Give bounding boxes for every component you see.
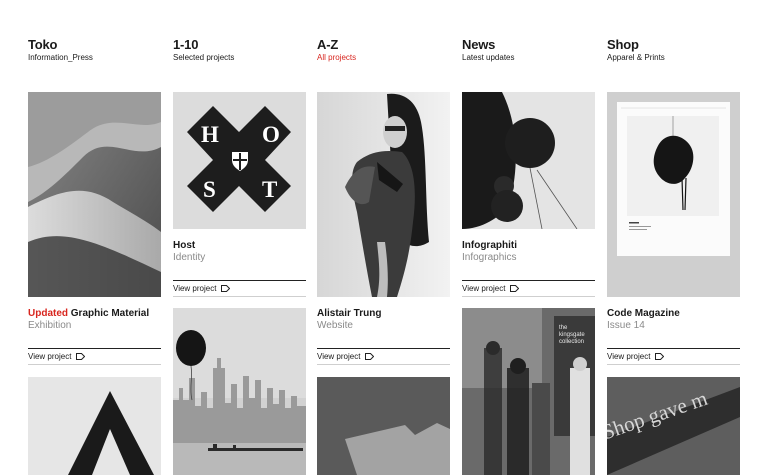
graphic-material-thumbnail[interactable] bbox=[28, 92, 161, 297]
project-title[interactable]: Infographiti bbox=[462, 240, 595, 252]
graphic-material-meta: Updated Graphic Material Exhibition bbox=[28, 308, 161, 332]
view-project-link[interactable]: View project bbox=[317, 348, 450, 365]
code-magazine-thumbnail[interactable] bbox=[607, 92, 740, 297]
nav-news[interactable]: News Latest updates bbox=[462, 37, 514, 63]
infographiti-thumbnail[interactable] bbox=[462, 92, 595, 229]
triangle-logo-thumbnail[interactable] bbox=[28, 377, 161, 475]
view-project-label: View project bbox=[607, 352, 651, 361]
view-project-link[interactable]: View project bbox=[462, 280, 595, 297]
nav-subtitle: Information_Press bbox=[28, 53, 93, 62]
nav-toko[interactable]: Toko Information_Press bbox=[28, 37, 93, 63]
exhibition-sign-text: the kingsgate collection bbox=[559, 325, 585, 346]
code-magazine-meta: Code Magazine Issue 14 bbox=[607, 308, 740, 332]
host-logo-letter: S bbox=[203, 177, 216, 202]
project-title[interactable]: Alistair Trung bbox=[317, 308, 450, 320]
sign-text-line: collection bbox=[559, 339, 585, 345]
nav-title: A-Z bbox=[317, 37, 339, 52]
arrow-tag-icon bbox=[221, 285, 230, 292]
host-logo: H O S T bbox=[173, 92, 306, 229]
project-title[interactable]: Host bbox=[173, 240, 306, 252]
geometric-shape-thumbnail[interactable] bbox=[317, 377, 450, 475]
balloon-skyline-thumbnail[interactable] bbox=[173, 308, 306, 475]
arrow-tag-icon bbox=[365, 353, 374, 360]
view-project-link[interactable]: View project bbox=[28, 348, 161, 365]
nav-subtitle: Selected projects bbox=[173, 53, 235, 62]
project-category: Website bbox=[317, 320, 353, 331]
host-logo-letter: O bbox=[262, 122, 280, 147]
view-project-label: View project bbox=[317, 352, 361, 361]
view-project-label: View project bbox=[462, 284, 506, 293]
project-title[interactable]: Updated Graphic Material bbox=[28, 308, 161, 320]
view-project-link[interactable]: View project bbox=[607, 348, 740, 365]
view-project-link[interactable]: View project bbox=[173, 280, 306, 297]
host-meta: Host Identity bbox=[173, 240, 306, 264]
project-category: Issue 14 bbox=[607, 320, 645, 331]
updated-label: Updated bbox=[28, 308, 68, 319]
alistair-meta: Alistair Trung Website bbox=[317, 308, 450, 332]
project-title-text: Graphic Material bbox=[70, 308, 150, 319]
nav-selected-projects[interactable]: 1-10 Selected projects bbox=[173, 37, 234, 63]
arrow-tag-icon bbox=[655, 353, 664, 360]
project-category: Infographics bbox=[462, 252, 517, 263]
arrow-tag-icon bbox=[76, 353, 85, 360]
shield-icon bbox=[232, 152, 248, 171]
alistair-trung-thumbnail[interactable] bbox=[317, 92, 450, 297]
shop-sign-thumbnail[interactable]: Shop gave m bbox=[607, 377, 740, 475]
nav-title: News bbox=[462, 37, 496, 52]
nav-title: Shop bbox=[607, 37, 639, 52]
nav-title: 1-10 bbox=[173, 37, 199, 52]
host-logo-letter: T bbox=[262, 177, 278, 202]
arrow-tag-icon bbox=[510, 285, 519, 292]
nav-subtitle: Apparel & Prints bbox=[607, 53, 665, 62]
project-category: Exhibition bbox=[28, 320, 72, 331]
sign-text-line: kingsgate bbox=[559, 332, 585, 338]
host-logo-letter: H bbox=[201, 122, 219, 147]
nav-all-projects[interactable]: A-Z All projects bbox=[317, 37, 356, 63]
project-category: Identity bbox=[173, 252, 206, 263]
infographiti-meta: Infographiti Infographics bbox=[462, 240, 595, 264]
sign-text-line: the bbox=[559, 325, 568, 331]
project-title[interactable]: Code Magazine bbox=[607, 308, 740, 320]
nav-subtitle-active: All projects bbox=[317, 53, 357, 62]
nav-subtitle: Latest updates bbox=[462, 53, 515, 62]
nav-shop[interactable]: Shop Apparel & Prints bbox=[607, 37, 665, 63]
view-project-label: View project bbox=[28, 352, 72, 361]
view-project-label: View project bbox=[173, 284, 217, 293]
nav-title: Toko bbox=[28, 37, 58, 52]
